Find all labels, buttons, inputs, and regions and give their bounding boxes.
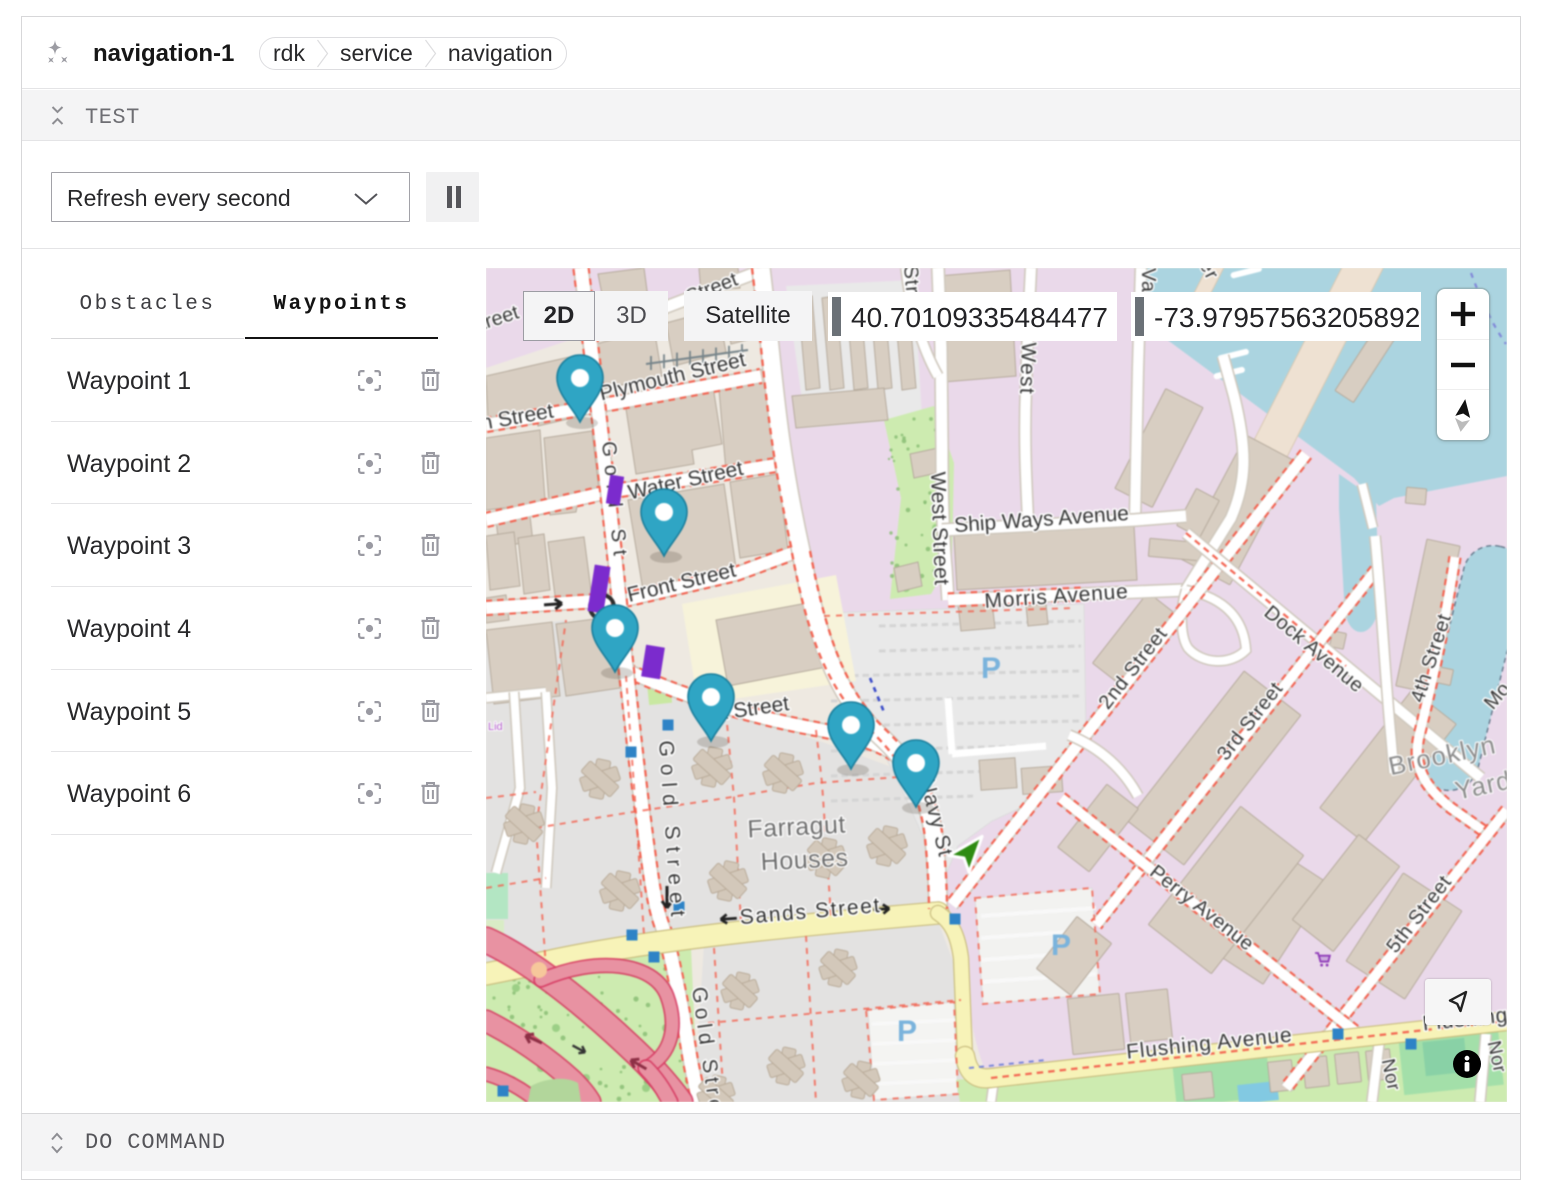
- svg-text:Va: Va: [1137, 268, 1159, 293]
- svg-text:West Street: West Street: [926, 471, 953, 585]
- svg-text:Str: Str: [899, 268, 923, 295]
- svg-text:Houses: Houses: [760, 844, 849, 877]
- svg-text:P: P: [1051, 929, 1071, 962]
- svg-text:West: West: [1015, 342, 1040, 396]
- svg-text:P: P: [981, 652, 1001, 685]
- svg-text:Farragut: Farragut: [747, 810, 847, 843]
- svg-text:P: P: [897, 1015, 917, 1048]
- svg-text:Lid: Lid: [488, 721, 503, 733]
